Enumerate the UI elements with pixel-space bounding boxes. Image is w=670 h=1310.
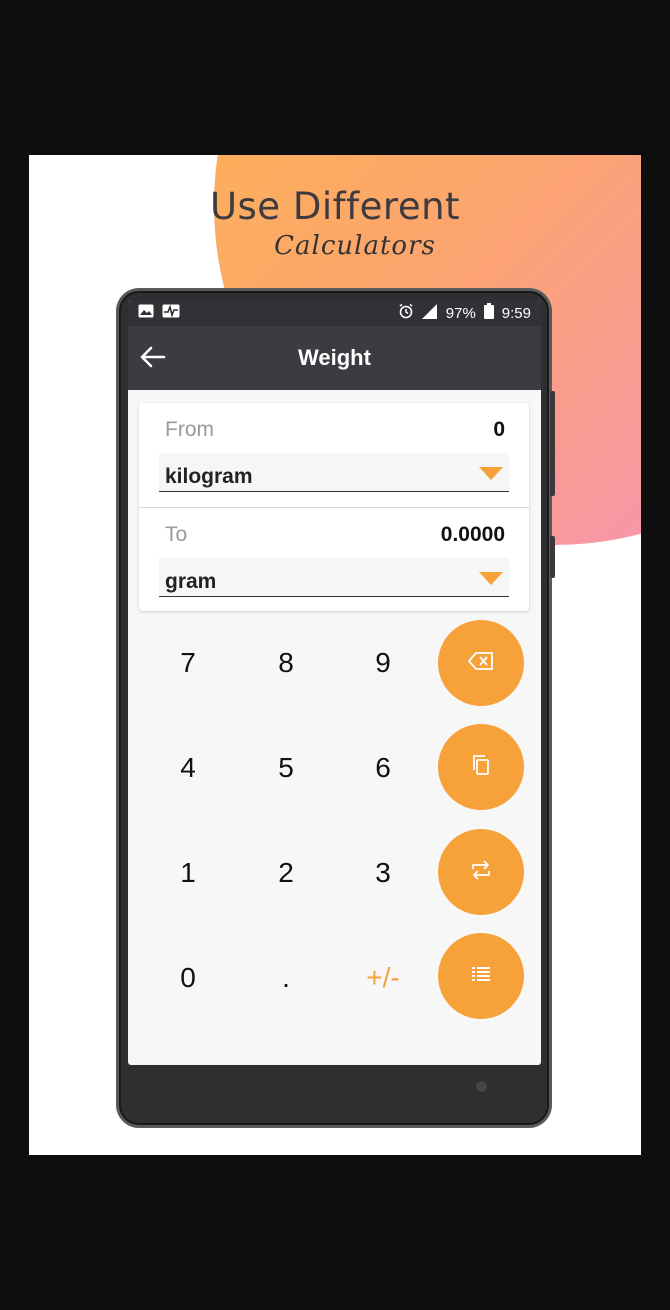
from-label: From [165, 418, 214, 441]
to-value: 0.0000 [440, 523, 505, 546]
volume-button [550, 391, 555, 496]
key-1[interactable]: 1 [143, 828, 233, 918]
status-bar: 97% 9:59 [128, 300, 541, 326]
list-icon [470, 965, 492, 988]
back-arrow-icon[interactable] [136, 340, 170, 374]
phone-frame: 97% 9:59 Weight From 0 kilogram To 0.000… [119, 291, 555, 1125]
key-3[interactable]: 3 [338, 828, 428, 918]
to-row: To 0.0000 gram [139, 508, 529, 612]
promo-banner: Use Different Calculators 97% 9:59 Weigh… [29, 155, 641, 1155]
key-plus-minus[interactable]: +/- [338, 933, 428, 1023]
from-row: From 0 kilogram [139, 403, 529, 507]
status-time: 9:59 [501, 304, 531, 322]
dropdown-arrow-icon [479, 572, 503, 585]
promo-subline: Calculators [274, 231, 436, 261]
key-2[interactable]: 2 [241, 828, 331, 918]
activity-notification-icon [162, 304, 180, 322]
unit-list-button[interactable] [438, 933, 524, 1019]
from-unit-value: kilogram [165, 465, 253, 488]
key-9[interactable]: 9 [338, 618, 428, 708]
swap-button[interactable] [438, 829, 524, 915]
copy-button[interactable] [438, 724, 524, 810]
key-6[interactable]: 6 [338, 723, 428, 813]
key-8[interactable]: 8 [241, 618, 331, 708]
to-label: To [165, 523, 188, 546]
keypad: 7 8 9 4 5 6 1 2 3 0 . +/- [128, 618, 541, 1058]
from-unit-select[interactable]: kilogram [159, 453, 509, 492]
signal-icon [421, 303, 438, 323]
swap-icon [469, 859, 493, 886]
phone-sensor [476, 1081, 487, 1092]
app-bar: Weight [128, 326, 541, 390]
to-unit-select[interactable]: gram [159, 558, 509, 597]
battery-percentage: 97% [445, 304, 476, 322]
alarm-icon [398, 303, 414, 323]
from-value[interactable]: 0 [493, 418, 505, 442]
power-button [550, 536, 555, 578]
key-5[interactable]: 5 [241, 723, 331, 813]
key-0[interactable]: 0 [143, 933, 233, 1023]
key-decimal[interactable]: . [241, 933, 331, 1023]
dropdown-arrow-icon [479, 467, 503, 480]
key-7[interactable]: 7 [143, 618, 233, 708]
page-title: Weight [298, 345, 371, 370]
copy-icon [471, 754, 491, 781]
backspace-icon [468, 651, 494, 676]
key-4[interactable]: 4 [143, 723, 233, 813]
converter-card: From 0 kilogram To 0.0000 gram [139, 403, 529, 611]
to-unit-value: gram [165, 570, 217, 593]
battery-icon [483, 303, 494, 323]
backspace-button[interactable] [438, 620, 524, 706]
image-notification-icon [138, 304, 154, 322]
phone-screen: 97% 9:59 Weight From 0 kilogram To 0.000… [128, 300, 541, 1065]
promo-headline: Use Different [209, 185, 461, 228]
